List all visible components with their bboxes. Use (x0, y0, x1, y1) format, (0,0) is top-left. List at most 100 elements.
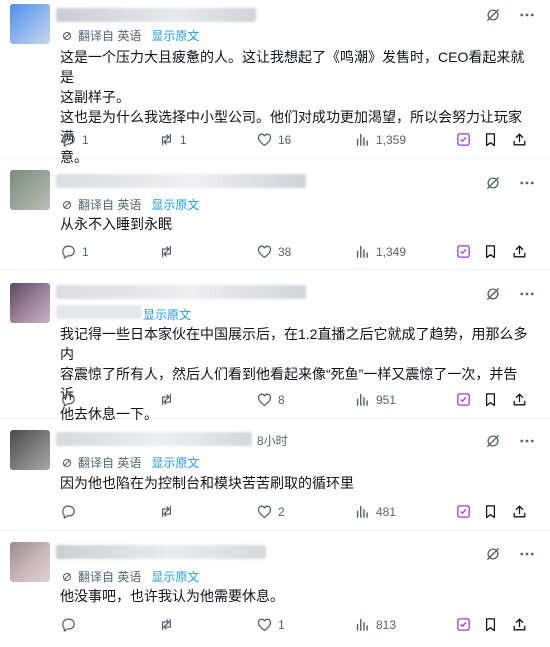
reply-button[interactable]: 1 (60, 243, 89, 260)
translated-from-label: 翻译自 英语 (78, 570, 142, 584)
bookmark-button[interactable] (482, 391, 499, 408)
more-icon[interactable] (518, 432, 536, 450)
translate-icon (60, 198, 74, 212)
display-name-redacted (56, 432, 252, 446)
share-icon (511, 131, 528, 148)
show-original-link[interactable]: 显示原文 (151, 568, 199, 585)
share-button[interactable] (511, 616, 528, 633)
avatar[interactable] (10, 4, 50, 44)
tweet-top-actions (484, 285, 536, 303)
bookmark-icon (482, 391, 499, 408)
like-button[interactable]: 8 (256, 391, 285, 408)
like-button[interactable]: 38 (256, 243, 291, 260)
translate-icon (60, 570, 74, 584)
share-button[interactable] (511, 391, 528, 408)
views-count: 951 (376, 392, 397, 407)
grok-icon[interactable] (484, 432, 502, 450)
like-count: 8 (278, 392, 285, 407)
translation-bar: 显示原文 (143, 306, 191, 323)
like-icon (256, 616, 273, 633)
display-name-redacted (56, 8, 256, 22)
views-button[interactable]: 1,359 (354, 131, 406, 148)
views-count: 1,359 (376, 132, 407, 147)
reply-button[interactable] (60, 616, 82, 633)
share-button[interactable] (511, 131, 528, 148)
show-original-link[interactable]: 显示原文 (151, 196, 199, 213)
action-bar: 1 813 (60, 616, 538, 636)
avatar[interactable] (10, 283, 50, 323)
bookmark-icon (482, 503, 499, 520)
action-bar: 8 951 (60, 391, 538, 411)
tweet-text-line: 我记得一些日本家伙在中国展示后，在1.2直播之后它就成了趋势，用那么多内 (60, 326, 528, 362)
reply-button[interactable]: 1 (60, 131, 89, 148)
reply-icon (60, 616, 77, 633)
like-button[interactable]: 1 (256, 616, 285, 633)
share-button[interactable] (511, 243, 528, 260)
retweet-button[interactable] (158, 243, 180, 260)
tweet[interactable]: 显示原文 我记得一些日本家伙在中国展示后，在1.2直播之后它就成了趋势，用那么多… (0, 269, 550, 422)
grok-icon[interactable] (484, 6, 502, 24)
like-button[interactable]: 16 (256, 131, 291, 148)
action-bar: 1 38 1,349 (60, 243, 538, 263)
bookmark-button[interactable] (482, 131, 499, 148)
like-count: 2 (278, 504, 285, 519)
translation-bar: 翻译自 英语 显示原文 (60, 454, 199, 471)
more-icon[interactable] (518, 174, 536, 192)
reply-icon (60, 391, 77, 408)
reply-button[interactable] (60, 391, 82, 408)
bookmark-button[interactable] (482, 243, 499, 260)
more-icon[interactable] (518, 6, 536, 24)
grok-button[interactable] (455, 243, 472, 260)
avatar[interactable] (10, 170, 50, 210)
retweet-button[interactable] (158, 616, 180, 633)
tweet[interactable]: 8小时 翻译自 英语 显示原文 因为他也陷在为控制台和模块苦苦刷取的循环里 2 … (0, 418, 550, 531)
tweet-text-line: 这是一个压力大且疲惫的人。这让我想起了《鸣潮》发售时，CEO看起来就是 (60, 49, 525, 85)
bookmark-button[interactable] (482, 616, 499, 633)
views-button[interactable]: 951 (354, 391, 396, 408)
tweet-timestamp[interactable]: 8小时 (257, 432, 288, 449)
retweet-button[interactable] (158, 503, 180, 520)
views-count: 1,349 (376, 244, 407, 259)
like-button[interactable]: 2 (256, 503, 285, 520)
avatar[interactable] (10, 430, 50, 470)
views-icon (354, 503, 371, 520)
more-icon[interactable] (518, 545, 536, 563)
tweet-text: 从永不入睡到永眠 (60, 214, 530, 234)
retweet-icon (158, 391, 175, 408)
tweet[interactable]: 翻译自 英语 显示原文 他没事吧，也许我认为他需要休息。 1 813 (0, 530, 550, 647)
reply-button[interactable] (60, 503, 82, 520)
like-icon (256, 391, 273, 408)
share-icon (511, 391, 528, 408)
views-button[interactable]: 813 (354, 616, 396, 633)
views-icon (354, 243, 371, 260)
action-bar: 1 1 16 1,359 (60, 131, 538, 151)
more-icon[interactable] (518, 285, 536, 303)
tweet-text: 他没事吧，也许我认为他需要休息。 (60, 586, 530, 606)
grok-button[interactable] (455, 503, 472, 520)
views-button[interactable]: 481 (354, 503, 396, 520)
retweet-button[interactable] (158, 391, 180, 408)
views-button[interactable]: 1,349 (354, 243, 406, 260)
grok-button[interactable] (455, 131, 472, 148)
translated-from-label: 翻译自 英语 (78, 456, 142, 470)
reply-count: 1 (82, 132, 89, 147)
retweet-icon (158, 131, 175, 148)
grok-icon[interactable] (484, 545, 502, 563)
display-name-redacted (56, 174, 306, 188)
grok-button[interactable] (455, 616, 472, 633)
bookmark-button[interactable] (482, 503, 499, 520)
translate-icon (60, 29, 74, 43)
tweet[interactable]: 翻译自 英语 显示原文 这是一个压力大且疲惫的人。这让我想起了《鸣潮》发售时，C… (0, 0, 550, 165)
retweet-button[interactable]: 1 (158, 131, 187, 148)
tweet-top-actions (484, 174, 536, 192)
show-original-link[interactable]: 显示原文 (151, 454, 199, 471)
grok-icon[interactable] (484, 174, 502, 192)
grok-icon[interactable] (484, 285, 502, 303)
share-button[interactable] (511, 503, 528, 520)
avatar[interactable] (10, 542, 50, 582)
tweet[interactable]: 翻译自 英语 显示原文 从永不入睡到永眠 1 38 1,349 (0, 158, 550, 270)
like-icon (256, 503, 273, 520)
show-original-link[interactable]: 显示原文 (143, 306, 191, 323)
show-original-link[interactable]: 显示原文 (151, 27, 199, 44)
grok-button[interactable] (455, 391, 472, 408)
